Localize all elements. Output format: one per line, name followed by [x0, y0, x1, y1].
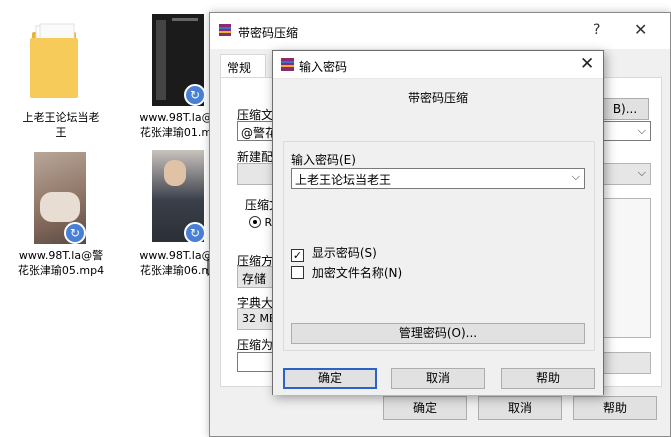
- cancel-button-label: 取消: [507, 401, 532, 415]
- encrypt-names-checkbox[interactable]: [291, 266, 304, 279]
- close-icon[interactable]: ✕: [580, 54, 594, 74]
- shared-icon: ↻: [184, 84, 206, 106]
- ok-button[interactable]: 确定: [283, 368, 377, 389]
- help-button-label: 帮助: [535, 371, 560, 385]
- encrypt-names-row[interactable]: 加密文件名称(N): [291, 264, 402, 281]
- chevron-down-icon[interactable]: ⌵: [638, 124, 646, 138]
- show-password-checkbox[interactable]: ✓: [291, 249, 304, 262]
- chevron-down-icon[interactable]: ⌵: [638, 166, 646, 180]
- item-label-line2: 王: [55, 126, 67, 139]
- desktop-item-folder[interactable]: 上老王论坛当老 王: [14, 110, 108, 140]
- help-button[interactable]: 帮助: [501, 368, 595, 389]
- manage-passwords-label: 管理密码(O)...: [398, 326, 478, 340]
- browse-button-label: B)...: [612, 102, 638, 116]
- ok-button[interactable]: 确定: [383, 396, 467, 420]
- tab-general[interactable]: 常规: [220, 54, 266, 78]
- item-label-line1: 上老王论坛当老: [22, 111, 100, 124]
- title-bar: 带密码压缩 ? ✕: [210, 13, 670, 49]
- dialog-caption: 带密码压缩: [407, 91, 468, 105]
- cancel-button[interactable]: 取消: [478, 396, 562, 420]
- method-value: 存储: [242, 272, 267, 286]
- winrar-icon: [219, 24, 231, 36]
- manage-passwords-button[interactable]: 管理密码(O)...: [291, 323, 585, 344]
- password-combobox[interactable]: 上老王论坛当老王 ⌵: [291, 168, 585, 189]
- help-button-label: 帮助: [602, 401, 627, 415]
- show-password-label: 显示密码(S): [311, 246, 377, 260]
- show-password-row[interactable]: ✓ 显示密码(S): [291, 244, 377, 262]
- password-label: 输入密码(E): [291, 153, 356, 167]
- ok-button-label: 确定: [412, 401, 437, 415]
- help-icon[interactable]: ?: [593, 22, 600, 38]
- item-label-line1: www.98T.la@警: [18, 249, 104, 262]
- title-bar: 输入密码 ✕: [273, 51, 603, 79]
- shared-icon: ↻: [184, 222, 206, 244]
- shared-icon: ↻: [64, 222, 86, 244]
- folder-icon[interactable]: [28, 22, 80, 100]
- dialog-title: 带密码压缩: [238, 26, 299, 40]
- item-label-line2: 花张津瑜05.mp4: [17, 264, 105, 277]
- close-icon[interactable]: ✕: [634, 20, 647, 39]
- chevron-down-icon[interactable]: ⌵: [572, 170, 580, 184]
- desktop-item-video-05[interactable]: www.98T.la@警 花张津瑜05.mp4: [10, 248, 112, 278]
- browse-button[interactable]: B)...: [601, 98, 649, 120]
- encrypt-names-label: 加密文件名称(N): [311, 266, 403, 280]
- password-value: 上老王论坛当老王: [295, 173, 392, 187]
- ok-button-label: 确定: [317, 371, 342, 385]
- help-button[interactable]: 帮助: [573, 396, 657, 420]
- split-label: 压缩为: [237, 338, 274, 352]
- cancel-button-label: 取消: [425, 371, 450, 385]
- enter-password-dialog: 输入密码 ✕ 带密码压缩 输入密码(E) 上老王论坛当老王 ⌵ ✓ 显示密码(S…: [272, 50, 604, 395]
- winrar-icon: [281, 58, 294, 71]
- dialog-title: 输入密码: [299, 60, 348, 74]
- cancel-button[interactable]: 取消: [391, 368, 485, 389]
